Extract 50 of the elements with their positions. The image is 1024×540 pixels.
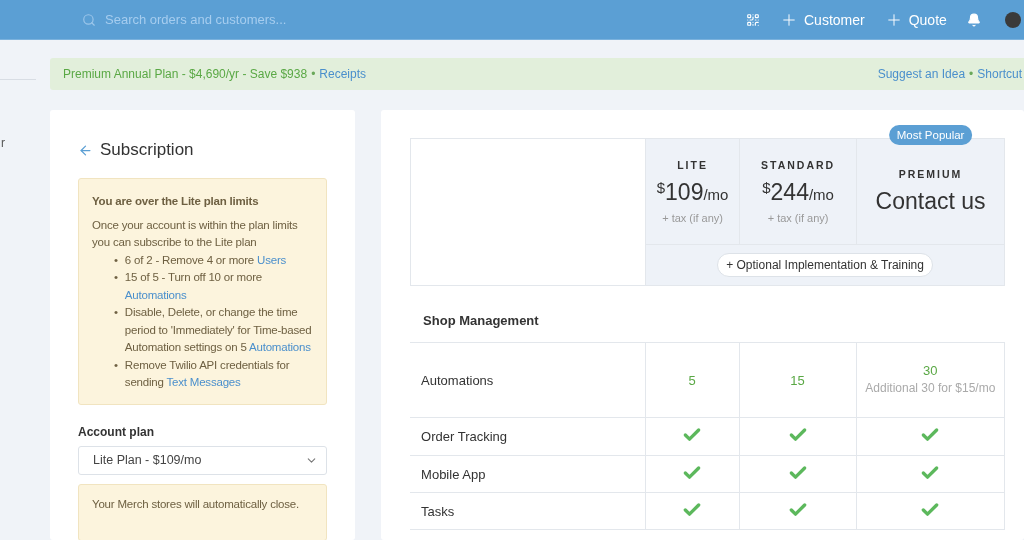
search-field[interactable]: Search orders and customers... [103, 11, 403, 28]
add-button[interactable]: Quote [884, 10, 947, 29]
contact-text: Contact us [874, 188, 987, 215]
plan-summary: Premium Annual Plan - $4,690/yr - Save $938 • Receipts [63, 67, 367, 81]
plan-name: STANDARD [760, 159, 837, 171]
avatar[interactable] [1004, 11, 1021, 28]
page-title: Subscription [100, 140, 194, 160]
bullet-mark: • [114, 252, 118, 268]
popular-badge: Most Popular [888, 125, 973, 145]
plan-name: PREMIUM [897, 168, 964, 180]
limit-item: Disable, Delete, or change the time period to 'Immediately' for Time-based Automation settings on 5 Automations [124, 305, 313, 355]
search-icon [82, 12, 96, 27]
plan-select[interactable]: Lite Plan - $109/mo [78, 445, 328, 475]
feature-name: Tasks [410, 492, 646, 530]
bullet-mark: • [114, 305, 118, 320]
feature-value: 30 [922, 362, 939, 378]
feature-value: 5 [687, 372, 697, 388]
tax-note: + tax (if any) [661, 212, 724, 224]
limit-link[interactable]: Automations [124, 288, 187, 301]
field-label: Account plan [78, 424, 155, 439]
bell-icon[interactable] [966, 12, 981, 27]
plan-name: LITE [676, 159, 709, 171]
qr-code-icon[interactable] [746, 12, 760, 27]
bullet-mark: • [114, 357, 118, 373]
tax-note: + tax (if any) [766, 212, 830, 224]
bullet-mark: • [114, 270, 118, 285]
feature-value: 15 [789, 372, 806, 388]
limit-link[interactable]: Text Messages [166, 376, 241, 388]
merch-notice: Your Merch stores will automatically close. [78, 483, 328, 540]
limit-item: Remove Twilio API credentials for sending Text Messages [124, 357, 291, 390]
limit-link[interactable]: Automations [248, 341, 311, 353]
alert-heading: You are over the Lite plan limits [92, 194, 260, 209]
feature-name: Order Tracking [410, 417, 646, 456]
section-heading: Shop Management [422, 312, 540, 330]
plan-price: $244/mo [761, 179, 835, 206]
separator-dot: • [969, 67, 974, 81]
optional-training-button[interactable]: + Optional Implementation & Training [717, 253, 933, 277]
feature-note: Additional 30 for $15/mo [864, 379, 997, 397]
limit-item: 6 of 2 - Remove 4 or more Users [124, 252, 287, 268]
feature-name: Automations [410, 342, 646, 418]
banner-link[interactable]: Shortcut [977, 67, 1022, 81]
feature-name: Mobile App [410, 455, 646, 493]
banner-link[interactable]: Suggest an Idea [877, 67, 966, 81]
alert-text: Once your account is within the plan limits you can subscribe to the Lite plan [92, 217, 299, 250]
limit-item: 15 of 5 - Turn off 10 or more Automations [124, 270, 263, 303]
receipts-link[interactable]: Receipts [319, 67, 367, 81]
limit-link[interactable]: Users [257, 253, 287, 266]
sidebar-item[interactable]: r [1, 136, 5, 150]
add-button[interactable]: Customer [780, 10, 865, 29]
plan-price: $109/mo [655, 179, 730, 206]
